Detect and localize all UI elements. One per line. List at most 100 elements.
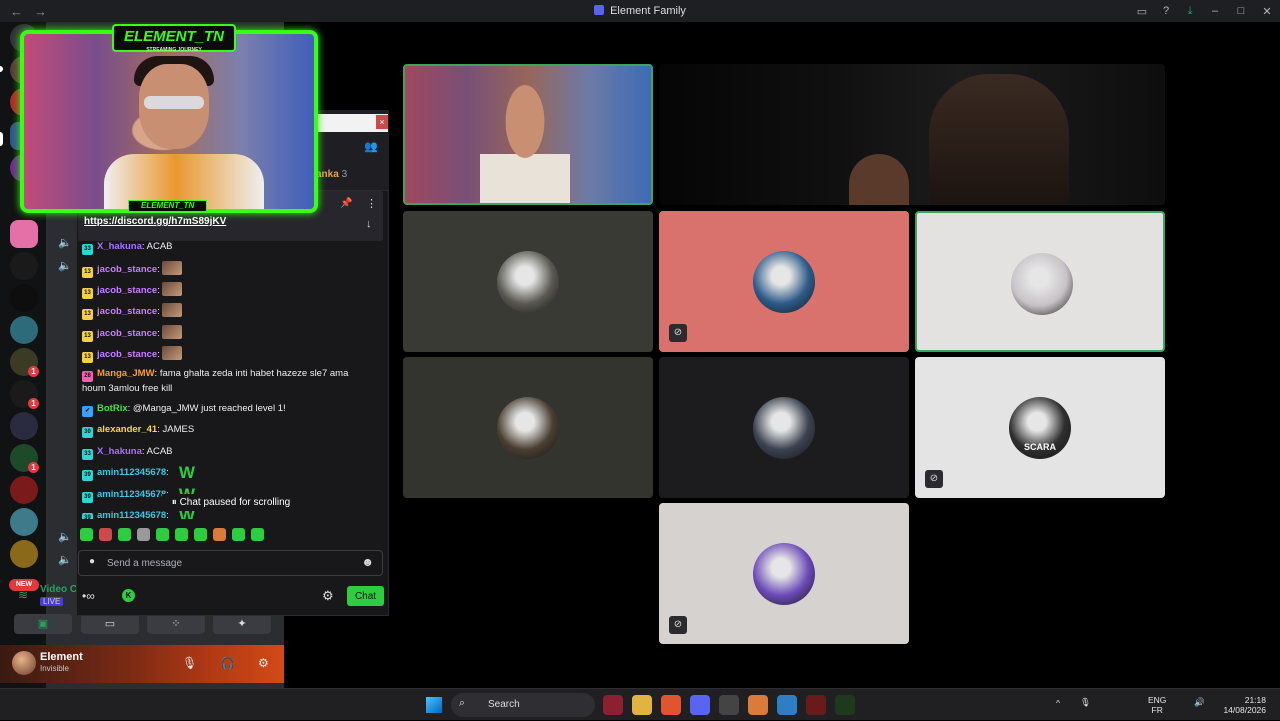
windows-start-icon[interactable]: [426, 697, 442, 713]
app-icon[interactable]: [835, 695, 855, 715]
emote-quick-row: [80, 528, 264, 544]
voice-channel-label[interactable]: Video C: [40, 584, 77, 595]
headphones-icon[interactable]: 🎧: [220, 656, 235, 670]
chevron-down-icon[interactable]: ↓: [366, 218, 372, 230]
emote-icon[interactable]: [118, 528, 131, 541]
chat-settings-icon[interactable]: ⚙: [322, 588, 334, 604]
chat-close-button[interactable]: ×: [376, 115, 388, 129]
language-indicator[interactable]: ENG FR: [1148, 695, 1166, 715]
emote-icon[interactable]: [80, 528, 93, 541]
emote-w[interactable]: W: [179, 464, 195, 481]
server-icon[interactable]: [10, 412, 38, 440]
activities-button[interactable]: ⁘: [147, 614, 205, 634]
emoji-icon[interactable]: ☻: [361, 555, 374, 569]
chat-username[interactable]: amin112345678: [97, 510, 166, 519]
chrome-icon[interactable]: [719, 695, 739, 715]
microphone-icon[interactable]: 🎙: [182, 656, 197, 670]
clock[interactable]: 21:18 14/08/2026: [1223, 695, 1266, 715]
speaker-icon[interactable]: 🔈: [58, 530, 72, 543]
kick-icon[interactable]: K: [122, 589, 135, 602]
participant-tile[interactable]: [403, 357, 653, 498]
download-icon[interactable]: ⤓: [1178, 5, 1202, 18]
emote-icon[interactable]: [175, 528, 188, 541]
close-button[interactable]: ✕: [1254, 5, 1280, 18]
server-icon[interactable]: [10, 220, 38, 248]
server-icon[interactable]: [10, 476, 38, 504]
chat-username[interactable]: amin112345678: [97, 467, 166, 478]
channel-points-icon[interactable]: •∞: [82, 589, 95, 603]
emote-icon[interactable]: [99, 528, 112, 541]
users-icon[interactable]: 👥: [364, 140, 378, 153]
emote-image[interactable]: [161, 261, 182, 275]
participant-tile[interactable]: [403, 211, 653, 352]
discord-icon[interactable]: [690, 695, 710, 715]
app-icon[interactable]: [603, 695, 623, 715]
chat-username[interactable]: Manga_JMW: [97, 368, 155, 379]
app-icon[interactable]: [748, 695, 768, 715]
subscriber-badge: 39: [82, 513, 93, 519]
pinned-link[interactable]: https://discord.gg/h7mS89jKV: [84, 216, 226, 227]
speaker-icon[interactable]: 🔈: [58, 259, 72, 272]
emote-image[interactable]: [161, 346, 182, 360]
emote-icon[interactable]: [232, 528, 245, 541]
participant-tile[interactable]: [915, 211, 1165, 352]
server-icon[interactable]: [10, 540, 38, 568]
volume-icon[interactable]: 🔊: [1194, 697, 1205, 708]
maximize-button[interactable]: □: [1228, 5, 1254, 17]
emote-image[interactable]: [161, 303, 182, 317]
emote-icon[interactable]: [213, 528, 226, 541]
video-tile-streamer[interactable]: [403, 64, 653, 205]
chat-username[interactable]: X_hakuna: [97, 446, 142, 457]
chat-username[interactable]: BotRix: [97, 403, 128, 414]
chat-username[interactable]: jacob_stance: [97, 349, 157, 360]
minimize-button[interactable]: –: [1202, 5, 1228, 17]
chat-username[interactable]: jacob_stance: [97, 285, 157, 296]
server-icon[interactable]: [10, 316, 38, 344]
chat-username[interactable]: X_hakuna: [97, 241, 142, 252]
chevron-up-icon[interactable]: ^: [1056, 698, 1060, 708]
avatar[interactable]: [12, 651, 36, 675]
chat-username[interactable]: jacob_stance: [97, 328, 157, 339]
participant-tile[interactable]: ⊘: [659, 211, 909, 352]
participant-tile[interactable]: [659, 357, 909, 498]
inbox-icon[interactable]: ▭: [1130, 5, 1154, 18]
chat-username[interactable]: alexander_41: [97, 424, 157, 435]
emote-image[interactable]: [161, 325, 182, 339]
chat-username[interactable]: jacob_stance: [97, 306, 157, 317]
forward-arrow-icon[interactable]: →: [34, 4, 48, 19]
message-input[interactable]: [107, 555, 357, 572]
username[interactable]: Element: [40, 651, 83, 663]
microphone-icon[interactable]: 🎙: [1080, 697, 1091, 708]
participant-tile[interactable]: ⊘: [659, 503, 909, 644]
chat-send-button[interactable]: Chat: [347, 586, 384, 606]
server-icon[interactable]: [10, 284, 38, 312]
emote-image[interactable]: [161, 282, 182, 296]
emote-icon[interactable]: [156, 528, 169, 541]
soundboard-button[interactable]: ✦: [213, 614, 271, 634]
app-icon[interactable]: [777, 695, 797, 715]
chat-username[interactable]: amin112345678: [97, 489, 166, 500]
speaker-icon[interactable]: 🔈: [58, 236, 72, 249]
server-icon[interactable]: [10, 508, 38, 536]
notification-badge: 1: [28, 366, 39, 377]
brave-browser-icon[interactable]: [661, 695, 681, 715]
chat-paused-notice[interactable]: ⏸ Chat paused for scrolling: [162, 494, 300, 511]
settings-gear-icon[interactable]: ⚙: [258, 656, 269, 670]
emote-icon[interactable]: [251, 528, 264, 541]
back-arrow-icon[interactable]: ←: [10, 4, 24, 19]
pin-icon[interactable]: 📌: [340, 198, 352, 209]
app-icon[interactable]: [806, 695, 826, 715]
video-tile-shared-cam[interactable]: [659, 64, 1165, 205]
participant-tile[interactable]: SCARA ⊘: [915, 357, 1165, 498]
server-icon[interactable]: [10, 252, 38, 280]
more-options-icon[interactable]: ⋮: [366, 197, 377, 210]
emote-icon[interactable]: [137, 528, 150, 541]
help-icon[interactable]: ?: [1154, 5, 1178, 17]
taskbar-search[interactable]: ⌕ Search: [451, 693, 595, 717]
chat-username[interactable]: jacob_stance: [97, 264, 157, 275]
speaker-icon[interactable]: 🔈: [58, 553, 72, 566]
emote-icon[interactable]: [194, 528, 207, 541]
camera-button[interactable]: ▣: [14, 614, 72, 634]
screen-share-button[interactable]: ▭: [81, 614, 139, 634]
file-explorer-icon[interactable]: [632, 695, 652, 715]
